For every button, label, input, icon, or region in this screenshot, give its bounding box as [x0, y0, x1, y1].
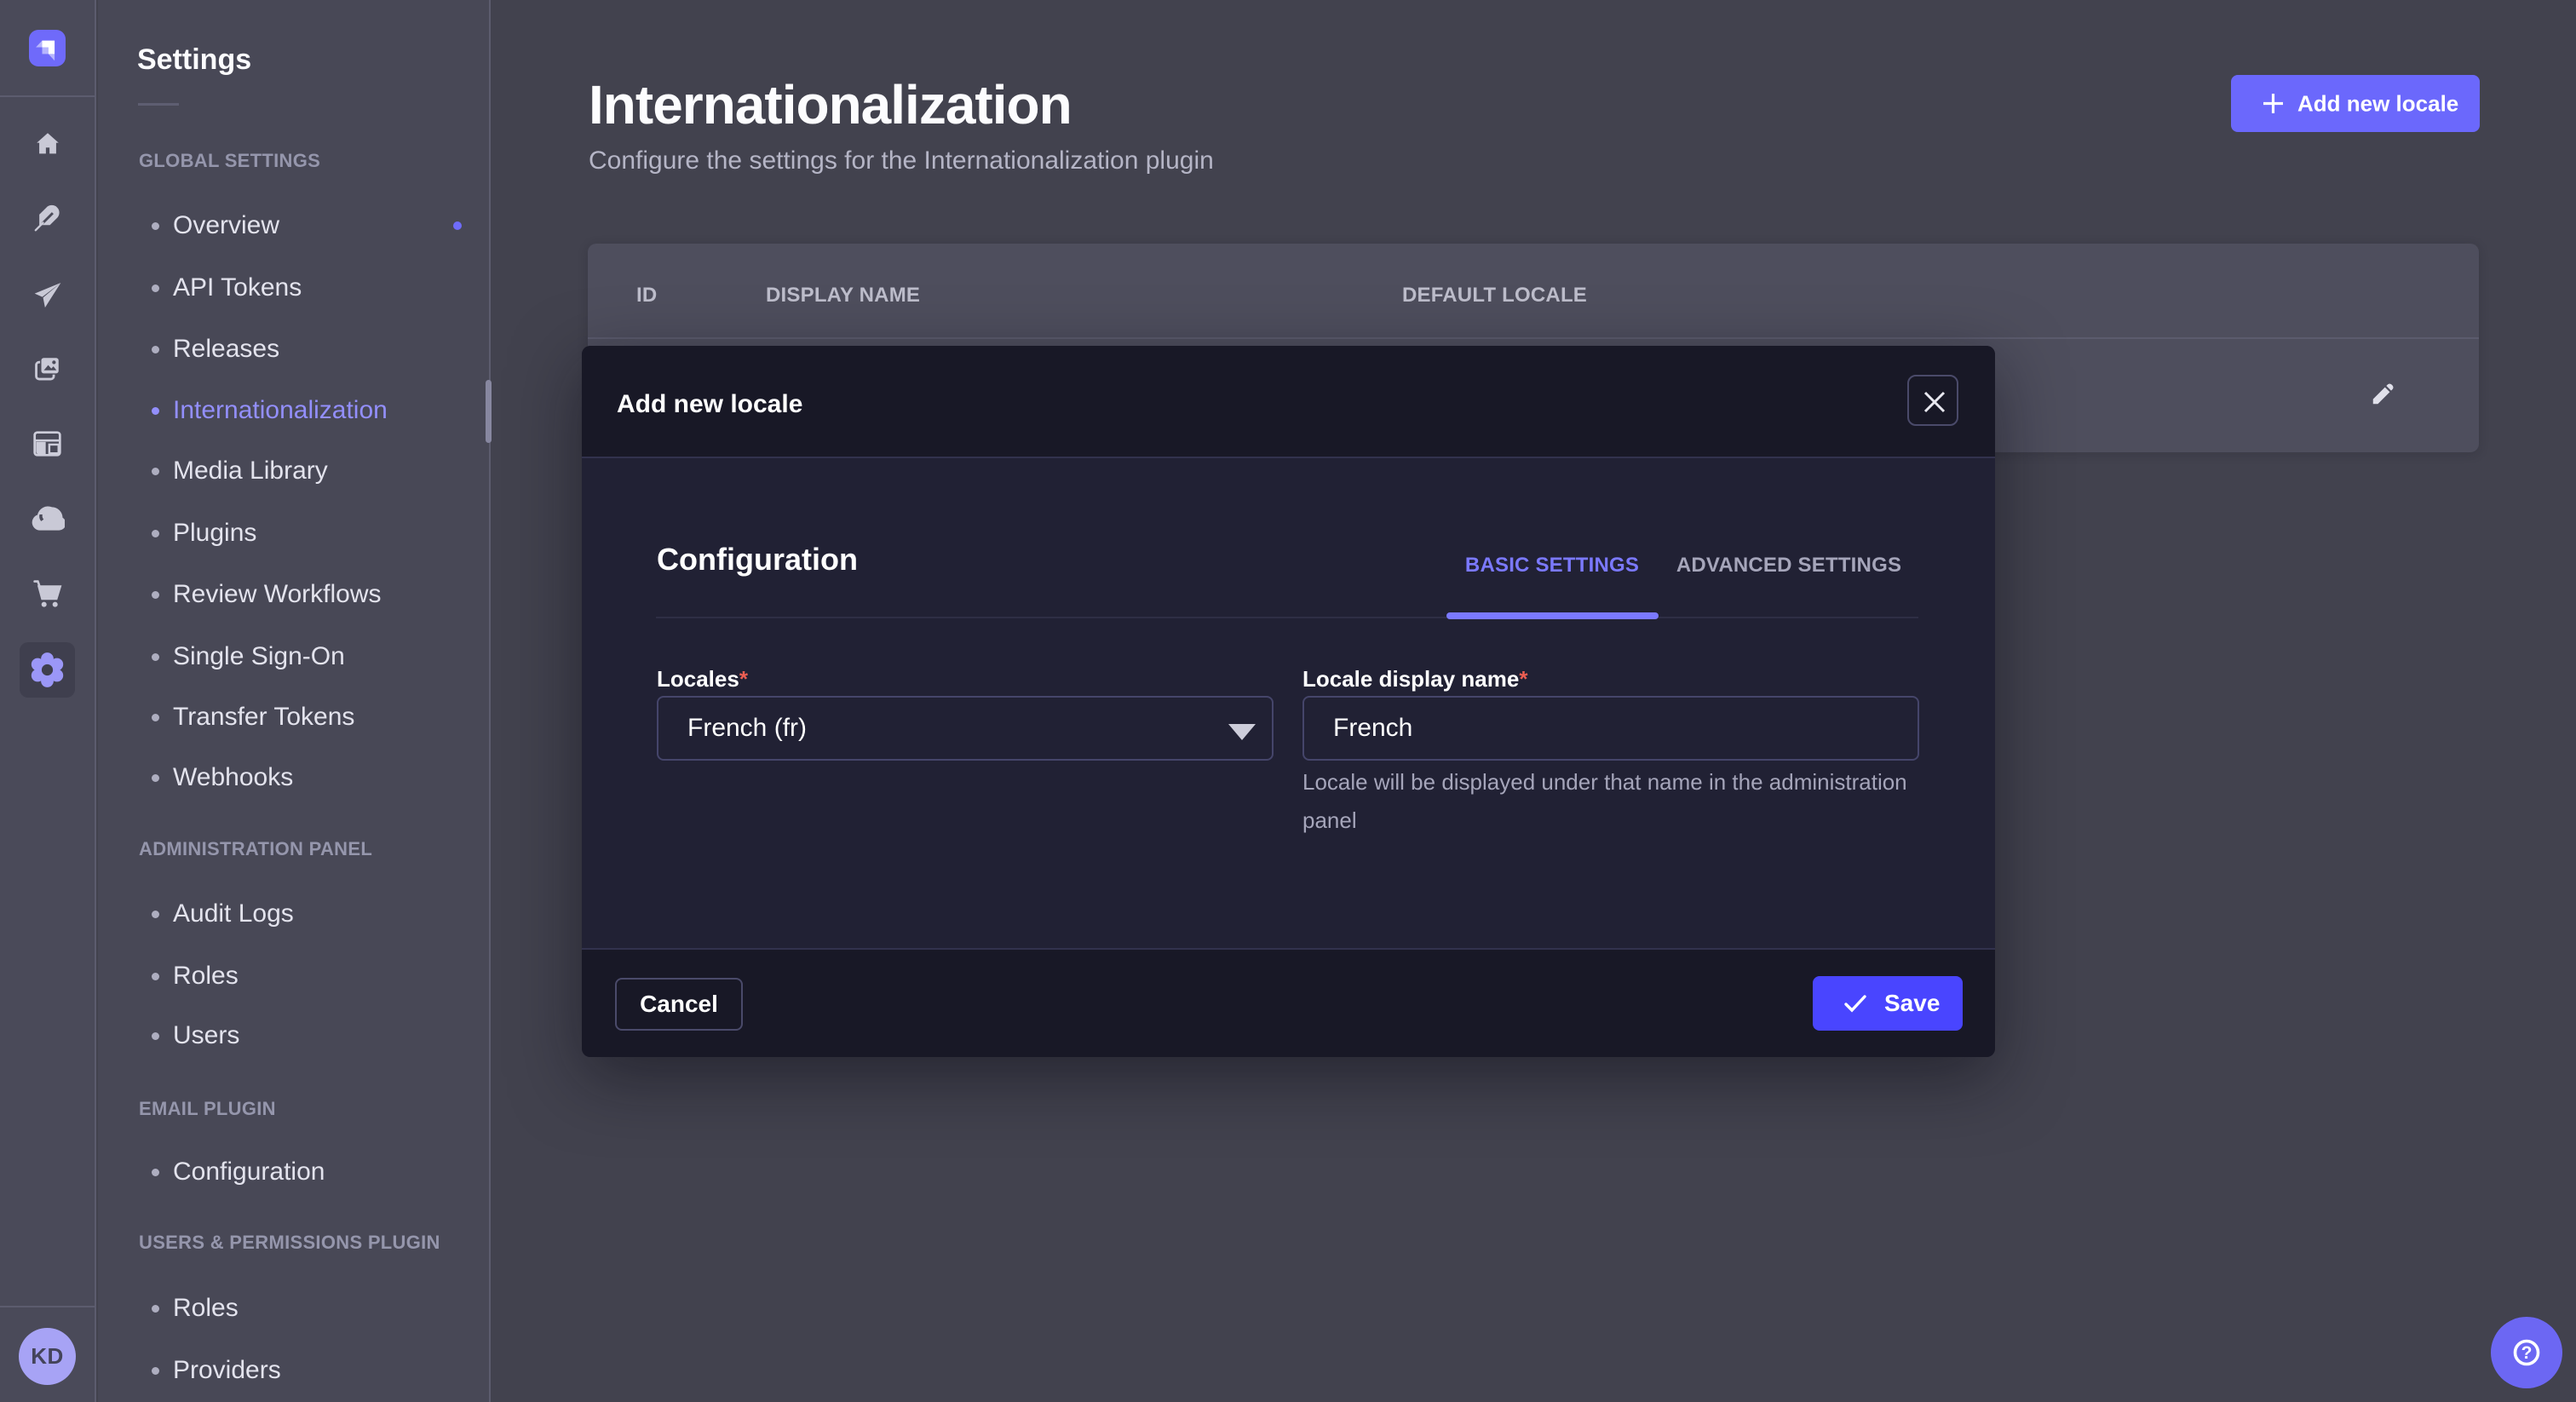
- svg-text:?: ?: [2521, 1343, 2533, 1363]
